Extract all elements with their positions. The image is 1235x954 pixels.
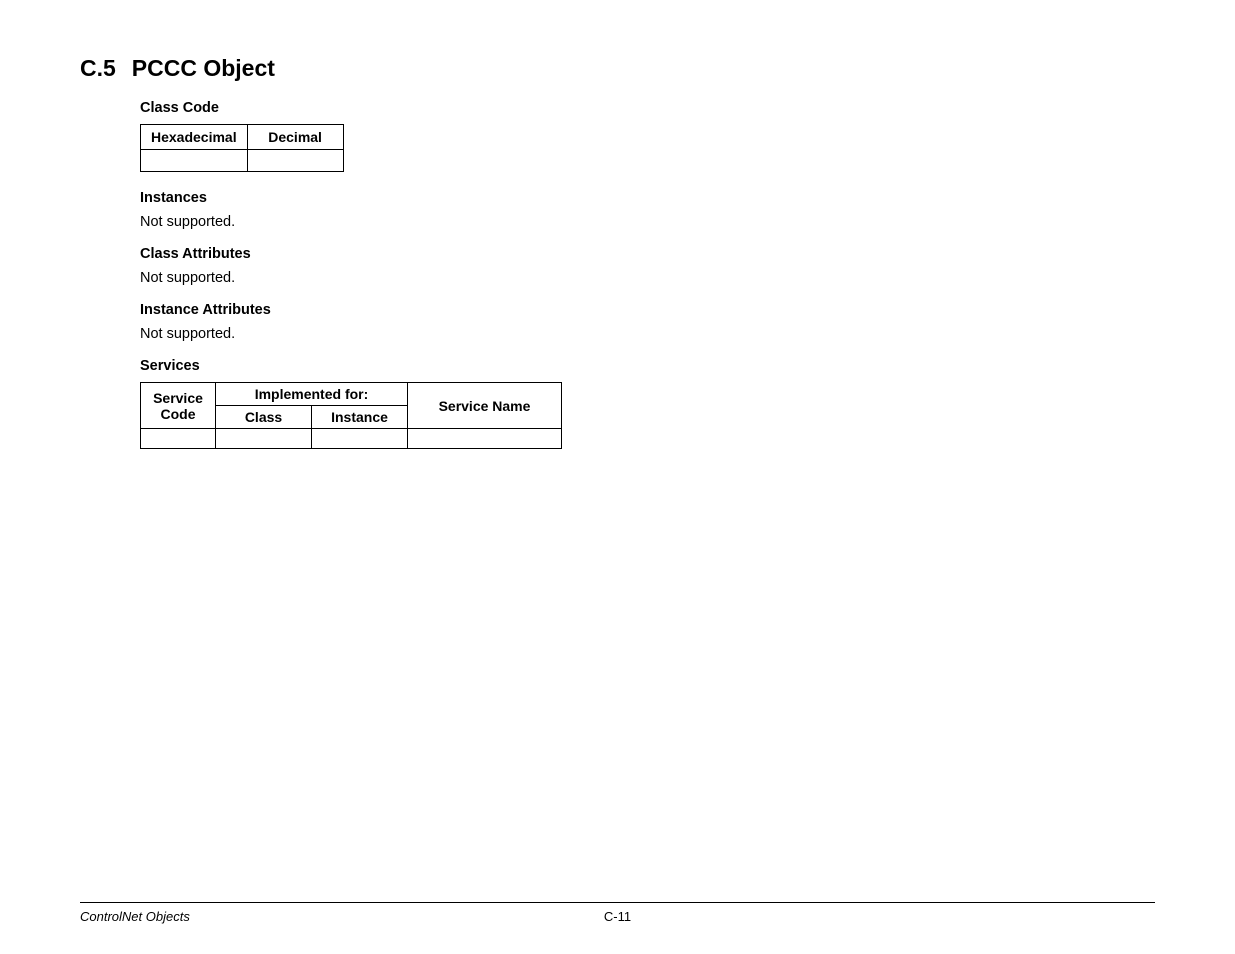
table-header-row: Service Code Implemented for: Service Na… [141,383,562,406]
instance-attributes-text: Not supported. [140,326,1155,342]
class-code-label: Class Code [140,100,1155,116]
instances-text: Not supported. [140,214,1155,230]
section-heading: C.5 PCCC Object [80,55,1155,82]
table-row [141,150,344,172]
cell-service-code [141,429,216,449]
footer-divider [80,902,1155,903]
cell-hex [141,150,248,172]
header-instance: Instance [312,406,408,429]
cell-service-name [408,429,562,449]
header-service-name: Service Name [408,383,562,429]
subsection-class-code: Class Code Hexadecimal Decimal [140,100,1155,172]
subsection-services: Services Service Code Implemented for: S… [140,358,1155,449]
subsection-instances: Instances Not supported. [140,190,1155,230]
cell-instance [312,429,408,449]
subsection-class-attributes: Class Attributes Not supported. [140,246,1155,286]
header-hexadecimal: Hexadecimal [141,125,248,150]
table-header-row: Hexadecimal Decimal [141,125,344,150]
footer-page-number: C-11 [604,909,631,924]
cell-dec [247,150,343,172]
class-attributes-label: Class Attributes [140,246,1155,262]
class-attributes-text: Not supported. [140,270,1155,286]
services-table: Service Code Implemented for: Service Na… [140,382,562,449]
header-decimal: Decimal [247,125,343,150]
class-code-table: Hexadecimal Decimal [140,124,344,172]
page-footer: ControlNet Objects C-11 [80,902,1155,924]
services-label: Services [140,358,1155,374]
cell-class [216,429,312,449]
table-row [141,429,562,449]
header-service-code: Service Code [141,383,216,429]
section-title: PCCC Object [132,55,275,82]
page-content: C.5 PCCC Object Class Code Hexadecimal D… [0,0,1235,449]
header-class: Class [216,406,312,429]
subsection-instance-attributes: Instance Attributes Not supported. [140,302,1155,342]
instances-label: Instances [140,190,1155,206]
header-implemented-for: Implemented for: [216,383,408,406]
footer-content: ControlNet Objects C-11 [80,909,1155,924]
instance-attributes-label: Instance Attributes [140,302,1155,318]
section-number: C.5 [80,55,116,82]
footer-left-text: ControlNet Objects [80,909,190,924]
